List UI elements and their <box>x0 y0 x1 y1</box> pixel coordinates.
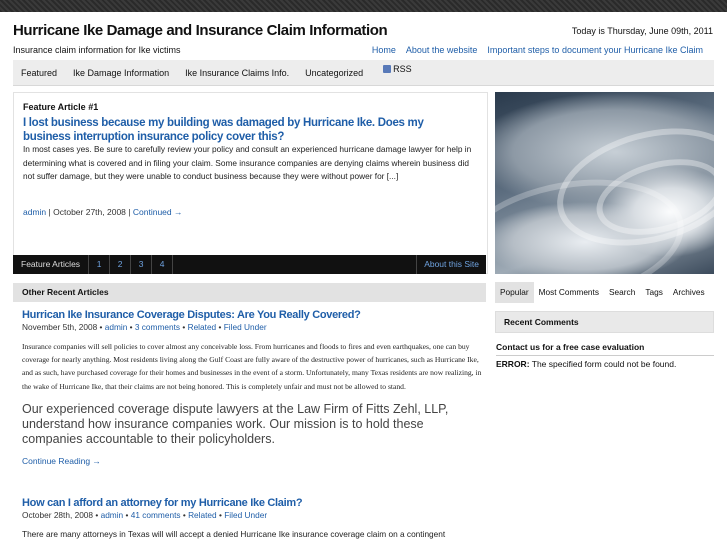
feature-articles-label: Feature Articles <box>13 255 90 274</box>
top-links: Home About the website Important steps t… <box>372 45 703 55</box>
post-body: Insurance companies will sell policies t… <box>22 342 482 391</box>
feature-label: Feature Article #1 <box>23 102 99 112</box>
feature-excerpt: In most cases yes. Be sure to carefully … <box>23 144 472 181</box>
nav-featured[interactable]: Featured <box>13 60 65 86</box>
feature-meta: admin | October 27th, 2008 | Continued → <box>23 207 183 217</box>
post-callout: Our experienced coverage dispute lawyers… <box>22 401 449 446</box>
rss-icon <box>383 64 392 73</box>
error-text: The specified form could not be found. <box>531 359 677 369</box>
current-date: Today is Thursday, June 09th, 2011 <box>571 26 713 36</box>
post-date: November 5th, 2008 <box>22 322 98 332</box>
nav-ike-insurance-claims[interactable]: Ike Insurance Claims Info. <box>177 60 297 86</box>
continue-reading-link[interactable]: Continue Reading → <box>22 456 482 466</box>
meta-bullet: • <box>182 510 186 520</box>
feature-page-1[interactable]: 1 <box>89 255 111 274</box>
post-related-link[interactable]: Related <box>188 322 217 332</box>
rss-link[interactable]: RSS <box>375 56 420 82</box>
error-label: ERROR: <box>496 359 530 369</box>
meta-bullet: • <box>218 510 222 520</box>
feature-date: October 27th, 2008 <box>53 207 126 217</box>
category-nav: Featured Ike Damage Information Ike Insu… <box>13 60 714 86</box>
post-filed-under-link[interactable]: Filed Under <box>224 510 267 520</box>
feature-page-3[interactable]: 3 <box>131 255 153 274</box>
important-steps-link[interactable]: Important steps to document your Hurrica… <box>487 45 703 55</box>
tab-archives[interactable]: Archives <box>668 282 710 303</box>
tab-tags[interactable]: Tags <box>640 282 668 303</box>
meta-bullet: • <box>125 510 129 520</box>
tab-most-comments[interactable]: Most Comments <box>534 282 604 303</box>
post-related-link[interactable]: Related <box>188 510 217 520</box>
feature-page-4[interactable]: 4 <box>152 255 174 274</box>
contact-heading: Contact us for a free case evaluation <box>496 342 714 356</box>
recent-comments-heading: Recent Comments <box>495 311 714 333</box>
nav-uncategorized[interactable]: Uncategorized <box>297 60 371 86</box>
feature-headline[interactable]: I lost business because my building was … <box>23 116 463 144</box>
tab-search[interactable]: Search <box>604 282 640 303</box>
post-title[interactable]: Hurrican Ike Insurance Coverage Disputes… <box>22 309 482 321</box>
site-title[interactable]: Hurricane Ike Damage and Insurance Claim… <box>13 22 388 39</box>
post-filed-under-link[interactable]: Filed Under <box>224 322 267 332</box>
other-recent-articles-heading: Other Recent Articles <box>13 283 486 302</box>
post-author[interactable]: admin <box>105 322 128 332</box>
form-error-message: ERROR: The specified form could not be f… <box>496 359 676 369</box>
recent-post-1: Hurrican Ike Insurance Coverage Disputes… <box>22 309 482 466</box>
post-meta: October 28th, 2008 • admin • 41 comments… <box>22 510 482 520</box>
post-title[interactable]: How can I afford an attorney for my Hurr… <box>22 497 482 509</box>
feature-page-2[interactable]: 2 <box>110 255 132 274</box>
post-meta: November 5th, 2008 • admin • 3 comments … <box>22 322 482 332</box>
top-strip <box>0 0 727 12</box>
post-comments-link[interactable]: 41 comments <box>131 510 181 520</box>
post-date: October 28th, 2008 <box>22 510 94 520</box>
feature-pager: Feature Articles 1 2 3 4 About this Site <box>13 255 486 274</box>
meta-bullet: • <box>95 510 99 520</box>
feature-author[interactable]: admin <box>23 207 46 217</box>
about-site-link[interactable]: About this Site <box>416 255 486 274</box>
hurricane-satellite-image <box>495 92 714 274</box>
nav-ike-damage-information[interactable]: Ike Damage Information <box>65 60 177 86</box>
post-comments-link[interactable]: 3 comments <box>135 322 180 332</box>
sidebar-tabs: Popular Most Comments Search Tags Archiv… <box>495 282 714 303</box>
about-link[interactable]: About the website <box>406 45 478 55</box>
meta-separator: | <box>128 207 131 217</box>
featured-article: Feature Article #1 I lost business becau… <box>13 92 488 274</box>
feature-continued-link[interactable]: Continued → <box>133 207 183 217</box>
meta-bullet: • <box>218 322 222 332</box>
meta-separator: | <box>48 207 51 217</box>
post-author[interactable]: admin <box>101 510 124 520</box>
rss-label: RSS <box>393 63 412 74</box>
meta-bullet: • <box>129 322 133 332</box>
meta-bullet: • <box>182 322 186 332</box>
site-tagline: Insurance claim information for Ike vict… <box>13 45 181 55</box>
recent-post-2: How can I afford an attorney for my Hurr… <box>22 497 482 539</box>
home-link[interactable]: Home <box>372 45 396 55</box>
tab-popular[interactable]: Popular <box>495 282 534 303</box>
meta-bullet: • <box>99 322 103 332</box>
post-body: There are many attorneys in Texas will w… <box>22 529 446 539</box>
